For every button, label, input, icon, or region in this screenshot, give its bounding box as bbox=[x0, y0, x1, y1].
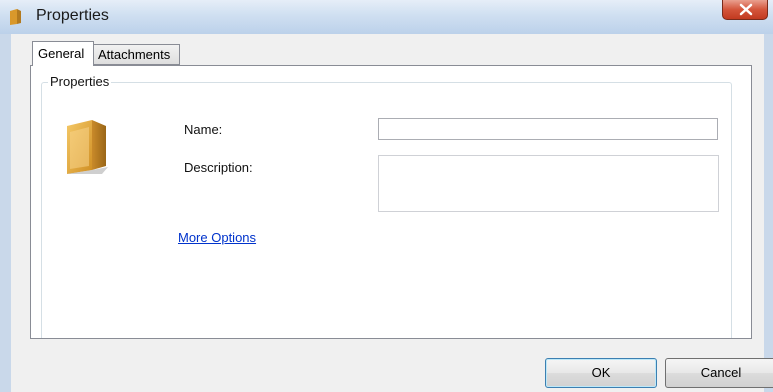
name-label: Name: bbox=[184, 122, 223, 137]
tab-attachments[interactable]: Attachments bbox=[94, 44, 180, 65]
window-frame-left bbox=[0, 34, 11, 392]
close-icon bbox=[739, 3, 753, 16]
window-frame-right bbox=[764, 34, 773, 392]
properties-dialog: Properties General Attachments Propertie… bbox=[0, 0, 773, 392]
ok-button[interactable]: OK bbox=[545, 358, 657, 388]
groupbox-title: Properties bbox=[48, 74, 112, 89]
tab-general-label: General bbox=[38, 46, 85, 61]
description-label: Description: bbox=[184, 160, 253, 175]
description-field[interactable] bbox=[378, 155, 719, 212]
title-bar[interactable]: Properties bbox=[0, 0, 773, 34]
folder-icon bbox=[10, 9, 21, 25]
window-title: Properties bbox=[36, 7, 109, 24]
name-field[interactable] bbox=[378, 118, 718, 140]
close-button[interactable] bbox=[722, 0, 768, 20]
cancel-button[interactable]: Cancel bbox=[665, 358, 773, 388]
tab-general[interactable]: General bbox=[32, 41, 94, 66]
more-options-link[interactable]: More Options bbox=[178, 230, 256, 245]
folder-icon bbox=[67, 120, 108, 174]
tab-attachments-label: Attachments bbox=[98, 47, 171, 62]
